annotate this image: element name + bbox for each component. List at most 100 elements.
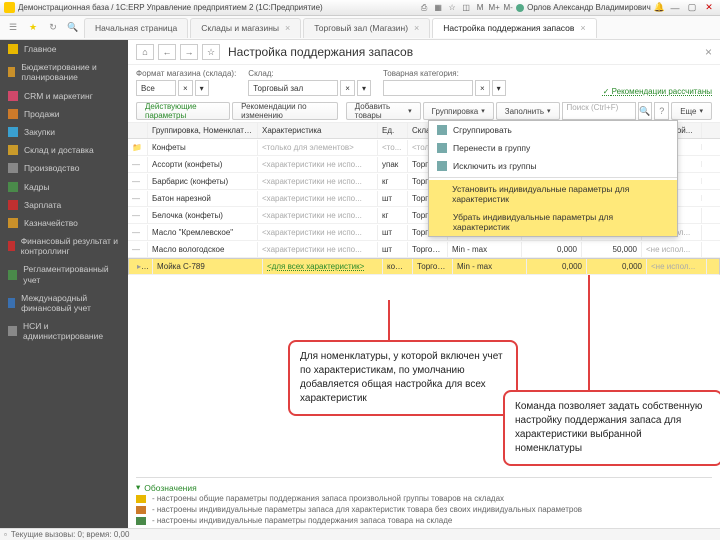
sidebar-item[interactable]: Регламентированный учет [0, 260, 128, 288]
sidebar-label: Регламентированный учет [23, 264, 120, 284]
section-icon [8, 91, 18, 101]
sidebar-item[interactable]: Бюджетирование и планирование [0, 58, 128, 86]
table-row[interactable]: — Масло вологодское <характеристики не и… [128, 241, 720, 258]
sidebar-item[interactable]: Главное [0, 40, 128, 58]
table-row[interactable]: ▸— Мойка С-789 <для всех характеристик> … [128, 258, 720, 275]
dropdown-item[interactable]: Исключить из группы [429, 157, 677, 175]
sidebar-label: Закупки [24, 127, 55, 137]
sidebar-item[interactable]: Закупки [0, 123, 128, 141]
item-icon: — [132, 194, 140, 203]
sidebar-item[interactable]: Продажи [0, 105, 128, 123]
item-icon: — [132, 160, 140, 169]
sidebar-item[interactable]: Производство [0, 159, 128, 177]
search-icon[interactable]: 🔍 [64, 21, 82, 35]
home-icon[interactable]: ⌂ [136, 44, 154, 60]
minimize-button[interactable]: — [668, 2, 682, 14]
legend-icon [136, 517, 146, 525]
menu-icon[interactable]: ☰ [4, 21, 22, 35]
format-clear[interactable]: × [178, 80, 193, 96]
history-icon[interactable]: ↻ [44, 21, 62, 35]
legend-toggle[interactable]: ▾ Обозначения [136, 482, 712, 493]
back-button[interactable]: ← [158, 44, 176, 60]
section-icon [8, 44, 18, 54]
sklad-select[interactable]: Торговый зал [248, 80, 338, 96]
help-button[interactable]: ? [654, 102, 669, 120]
status-icon: ▫ [4, 530, 7, 539]
legend: ▾ Обозначения - настроены общие параметр… [136, 477, 712, 526]
column-header[interactable] [128, 123, 148, 138]
bell-icon[interactable]: 🔔 [654, 2, 665, 13]
user-label[interactable]: Орлов Александр Владимирович [516, 3, 651, 12]
section-icon [8, 200, 18, 210]
filter-bar: Формат магазина (склада): Все×▾ Склад: Т… [128, 65, 720, 100]
status-text: Текущие вызовы: 0; время: 0,00 [11, 530, 130, 539]
category-clear[interactable]: × [475, 80, 490, 96]
column-header[interactable]: Группировка, Номенклатура [148, 123, 258, 138]
category-dropdown[interactable]: ▾ [492, 80, 506, 96]
print-icon[interactable]: ⎙ [419, 3, 429, 13]
tab-warehouses[interactable]: Склады и магазины× [190, 18, 301, 38]
close-icon[interactable]: × [580, 23, 585, 33]
page-close-button[interactable]: × [705, 45, 712, 59]
fill-button[interactable]: Заполнить▾ [496, 102, 560, 120]
search-input[interactable]: Поиск (Ctrl+F) [562, 102, 636, 120]
command-bar: Действующие параметры Рекомендации по из… [128, 100, 720, 123]
add-button[interactable]: Добавить товары▾ [346, 102, 421, 120]
titlebar: Демонстрационная база / 1С:ERP Управлени… [0, 0, 720, 16]
column-header[interactable]: Ед. [378, 123, 408, 138]
dropdown-item[interactable]: Сгруппировать [429, 121, 677, 139]
callout-left: Для номенклатуры, у которой включен учет… [288, 340, 518, 416]
group-button[interactable]: Группировка▾ [423, 102, 494, 120]
section-icon [8, 218, 18, 228]
sidebar-item[interactable]: Склад и доставка [0, 141, 128, 159]
tab-home[interactable]: Начальная страница [84, 18, 188, 38]
sidebar-item[interactable]: Казначейство [0, 214, 128, 232]
m-icon[interactable]: M [475, 3, 485, 13]
dropdown-item[interactable]: Перенести в группу [429, 139, 677, 157]
category-select[interactable] [383, 80, 473, 96]
close-icon[interactable]: × [285, 23, 290, 33]
find-button[interactable]: 🔍 [638, 102, 653, 120]
sidebar-item[interactable]: Международный финансовый учет [0, 289, 128, 317]
sidebar-label: Главное [24, 44, 56, 54]
star-button[interactable]: ☆ [202, 44, 220, 60]
app-logo-icon [4, 2, 15, 13]
grid-icon[interactable]: ▦ [433, 3, 443, 13]
sidebar-label: Финансовый результат и контроллинг [21, 236, 120, 256]
more-button[interactable]: Еще▾ [671, 102, 712, 120]
format-select[interactable]: Все [136, 80, 176, 96]
callout-pointer [588, 275, 590, 391]
favorite-icon[interactable]: ★ [24, 21, 42, 35]
tab-trading[interactable]: Торговый зал (Магазин)× [303, 18, 430, 38]
active-params-button[interactable]: Действующие параметры [136, 102, 230, 120]
sidebar-item[interactable]: Финансовый результат и контроллинг [0, 232, 128, 260]
section-icon [8, 127, 18, 137]
sidebar-item[interactable]: НСИ и администрирование [0, 317, 128, 345]
column-header[interactable]: Характеристика [258, 123, 378, 138]
db-icon[interactable]: ◫ [461, 3, 471, 13]
forward-button[interactable]: → [180, 44, 198, 60]
sidebar-label: Кадры [24, 182, 49, 192]
tab-stock-settings[interactable]: Настройка поддержания запасов× [432, 18, 596, 38]
maximize-button[interactable]: ▢ [685, 2, 699, 14]
sidebar-item[interactable]: Кадры [0, 178, 128, 196]
sidebar-item[interactable]: Зарплата [0, 196, 128, 214]
dropdown-item[interactable]: Установить индивидуальные параметры для … [429, 180, 677, 208]
m-minus-icon[interactable]: M- [503, 3, 513, 13]
legend-icon [136, 495, 146, 503]
format-dropdown[interactable]: ▾ [195, 80, 209, 96]
star-icon[interactable]: ☆ [447, 3, 457, 13]
dropdown-item[interactable]: Убрать индивидуальные параметры для хара… [429, 208, 677, 236]
group-dropdown: СгруппироватьПеренести в группуИсключить… [428, 120, 678, 237]
sidebar-item[interactable]: CRM и маркетинг [0, 87, 128, 105]
sidebar-label: Зарплата [24, 200, 61, 210]
recommendations-link[interactable]: ✓ Рекомендации рассчитаны [603, 87, 712, 96]
close-button[interactable]: ✕ [702, 2, 716, 14]
sklad-dropdown[interactable]: ▾ [357, 80, 371, 96]
section-icon [8, 241, 15, 251]
m-plus-icon[interactable]: M+ [489, 3, 499, 13]
recommendations-button[interactable]: Рекомендации по изменению [232, 102, 338, 120]
category-label: Товарная категория: [383, 69, 506, 78]
sklad-clear[interactable]: × [340, 80, 355, 96]
close-icon[interactable]: × [414, 23, 419, 33]
